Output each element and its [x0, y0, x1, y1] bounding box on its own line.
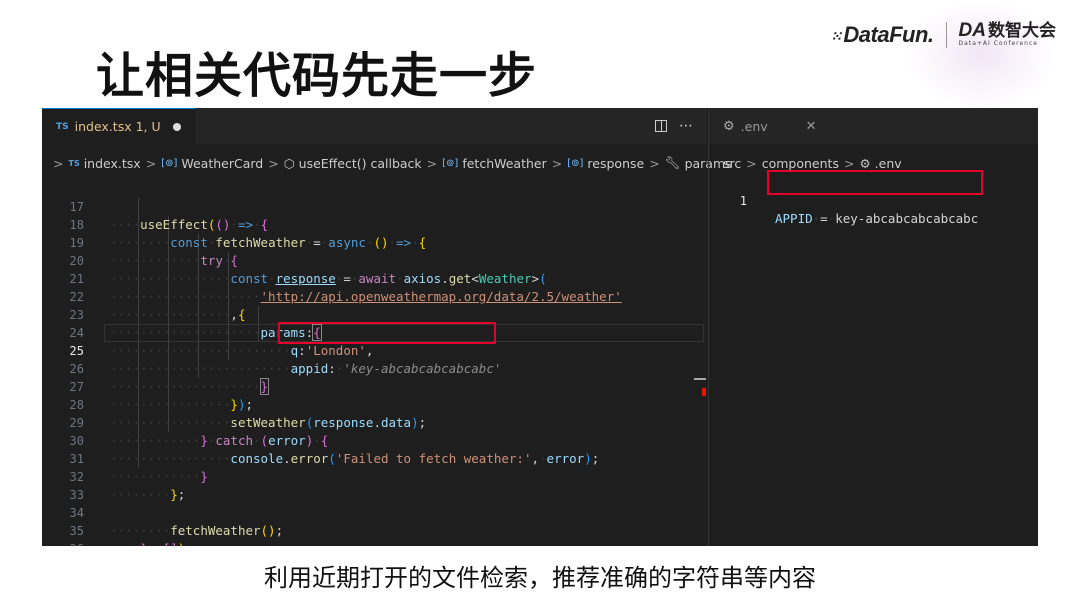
code-line: 21 ····················'http://api.openw… — [42, 252, 707, 304]
code-line: 29 ············}·catch·(error)·{ — [42, 396, 707, 448]
code-line: 18 ········const·fetchWeather·=·async·()… — [42, 198, 707, 250]
tab-index-tsx[interactable]: TS index.tsx 1, U — [42, 108, 195, 144]
code-line: 19 ············try·{ — [42, 216, 707, 268]
gear-icon: ⚙ — [859, 155, 871, 171]
code-line: 34 ········fetchWeather(); — [42, 486, 707, 538]
code-line: 31 ············} — [42, 432, 707, 484]
code-line: 30 ················console.error('Failed… — [42, 414, 707, 466]
code-line: 20 ················const·response·=·awai… — [42, 234, 707, 286]
code-line: 36 — [42, 522, 707, 546]
symbol-variable-icon: [⊚] — [567, 157, 584, 169]
more-actions-icon[interactable]: ⋯ — [679, 118, 693, 134]
tab-bar-right: ⚙ .env ✕ — [709, 108, 1038, 144]
breadcrumb-chevron-icon: > — [426, 155, 438, 171]
typescript-icon: TS — [68, 158, 80, 168]
da-logo-subtitle: Data+AI Conference — [958, 40, 1038, 47]
tab-env[interactable]: ⚙ .env ✕ — [709, 108, 831, 144]
da-logo: DA 数智大会 Data+AI Conference — [958, 20, 1056, 48]
scrollbar-error-marker — [702, 388, 706, 396]
da-logo-name: 数智大会 — [988, 21, 1056, 41]
symbol-variable-icon: [⊚] — [442, 157, 459, 169]
code-line: 17 ····useEffect(()·=>·{ — [42, 180, 707, 232]
breadcrumb-item[interactable]: components — [762, 156, 839, 171]
brand-glow — [906, 0, 1056, 110]
breadcrumb-chevron-icon: > — [145, 155, 157, 171]
breadcrumb-item[interactable]: fetchWeather — [462, 156, 546, 171]
line-number: 1 — [739, 194, 747, 208]
code-text: ····},·[]); — [110, 540, 193, 546]
breadcrumb-item[interactable]: useEffect() callback — [299, 156, 422, 171]
symbol-method-icon: ⬡ — [283, 155, 295, 171]
gear-icon: ⚙ — [723, 118, 735, 134]
code-line: 26 ····················} — [42, 342, 707, 395]
code-line: 28 ················setWeather(response.d… — [42, 378, 707, 430]
breadcrumb-item[interactable]: WeatherCard — [181, 156, 263, 171]
slide-caption: 利用近期打开的文件检索，推荐准确的字符串等内容 — [264, 564, 816, 592]
breadcrumb-item[interactable]: .env — [875, 156, 902, 171]
tab-file-name: .env — [740, 118, 768, 134]
slide-title: 让相关代码先走一步 — [96, 48, 538, 104]
symbol-variable-icon: [⊚] — [161, 157, 178, 169]
code-line: 33 — [42, 468, 707, 502]
brand-logos: ⁙DataFun. DA 数智大会 Data+AI Conference — [830, 0, 1056, 110]
unsaved-dot-icon[interactable] — [172, 122, 181, 131]
code-line: 35 ····},·[]); — [42, 504, 707, 546]
datafun-logo-text: DataFun. — [843, 22, 934, 47]
code-line: 22 ················,{ — [42, 270, 707, 322]
split-editor-icon[interactable] — [655, 120, 667, 132]
code-line: 32 ········}; — [42, 450, 707, 502]
scrollbar-marker[interactable] — [694, 378, 706, 380]
da-logo-main: DA 数智大会 — [958, 20, 1056, 41]
code-line: 23 ····················params:{ — [42, 288, 707, 341]
breadcrumb-item[interactable]: src — [723, 156, 741, 171]
da-logo-mark: DA — [958, 20, 986, 41]
breadcrumb-chevron-icon: > — [649, 155, 660, 171]
breadcrumb-chevron-icon: > — [746, 155, 757, 171]
highlight-box-suggestion — [278, 322, 496, 344]
breadcrumb-item[interactable]: index.tsx — [84, 156, 141, 171]
datafun-dots-icon: ⁙ — [830, 27, 842, 44]
code-text: APPID·=·key-abcabcabcabcabc — [775, 211, 979, 226]
breadcrumb-chevron-icon: > — [268, 155, 279, 171]
breadcrumb-chevron-icon: > — [843, 155, 855, 171]
highlight-box-env — [767, 170, 983, 195]
breadcrumb: > TS index.tsx > [⊚] WeatherCard > ⬡ use… — [42, 153, 732, 173]
breadcrumb-item[interactable]: response — [587, 156, 644, 171]
code-line: 27 ················}); — [42, 360, 707, 412]
tab-status: 1, U — [135, 119, 161, 134]
wrench-icon: 🔧︎ — [664, 155, 681, 170]
tab-file-name: index.tsx — [74, 119, 132, 134]
breadcrumb-chevron-icon: > — [53, 155, 64, 171]
breadcrumb-chevron-icon: > — [551, 155, 563, 171]
close-icon[interactable]: ✕ — [806, 119, 817, 134]
datafun-logo: ⁙DataFun. — [830, 22, 934, 48]
line-number: 36 — [42, 540, 84, 546]
typescript-icon: TS — [56, 121, 69, 132]
editor-pane-left: TS index.tsx 1, U ⋯ > TS index.tsx > [⊚]… — [42, 108, 732, 546]
brand-divider — [945, 22, 947, 48]
editor-actions: ⋯ — [655, 108, 693, 144]
tab-bar-left: TS index.tsx 1, U ⋯ — [42, 108, 707, 144]
editor-pane-right: ⚙ .env ✕ src > components > ⚙ .env 1 APP… — [708, 108, 1038, 546]
code-editor-window: TS index.tsx 1, U ⋯ > TS index.tsx > [⊚]… — [42, 108, 1038, 546]
